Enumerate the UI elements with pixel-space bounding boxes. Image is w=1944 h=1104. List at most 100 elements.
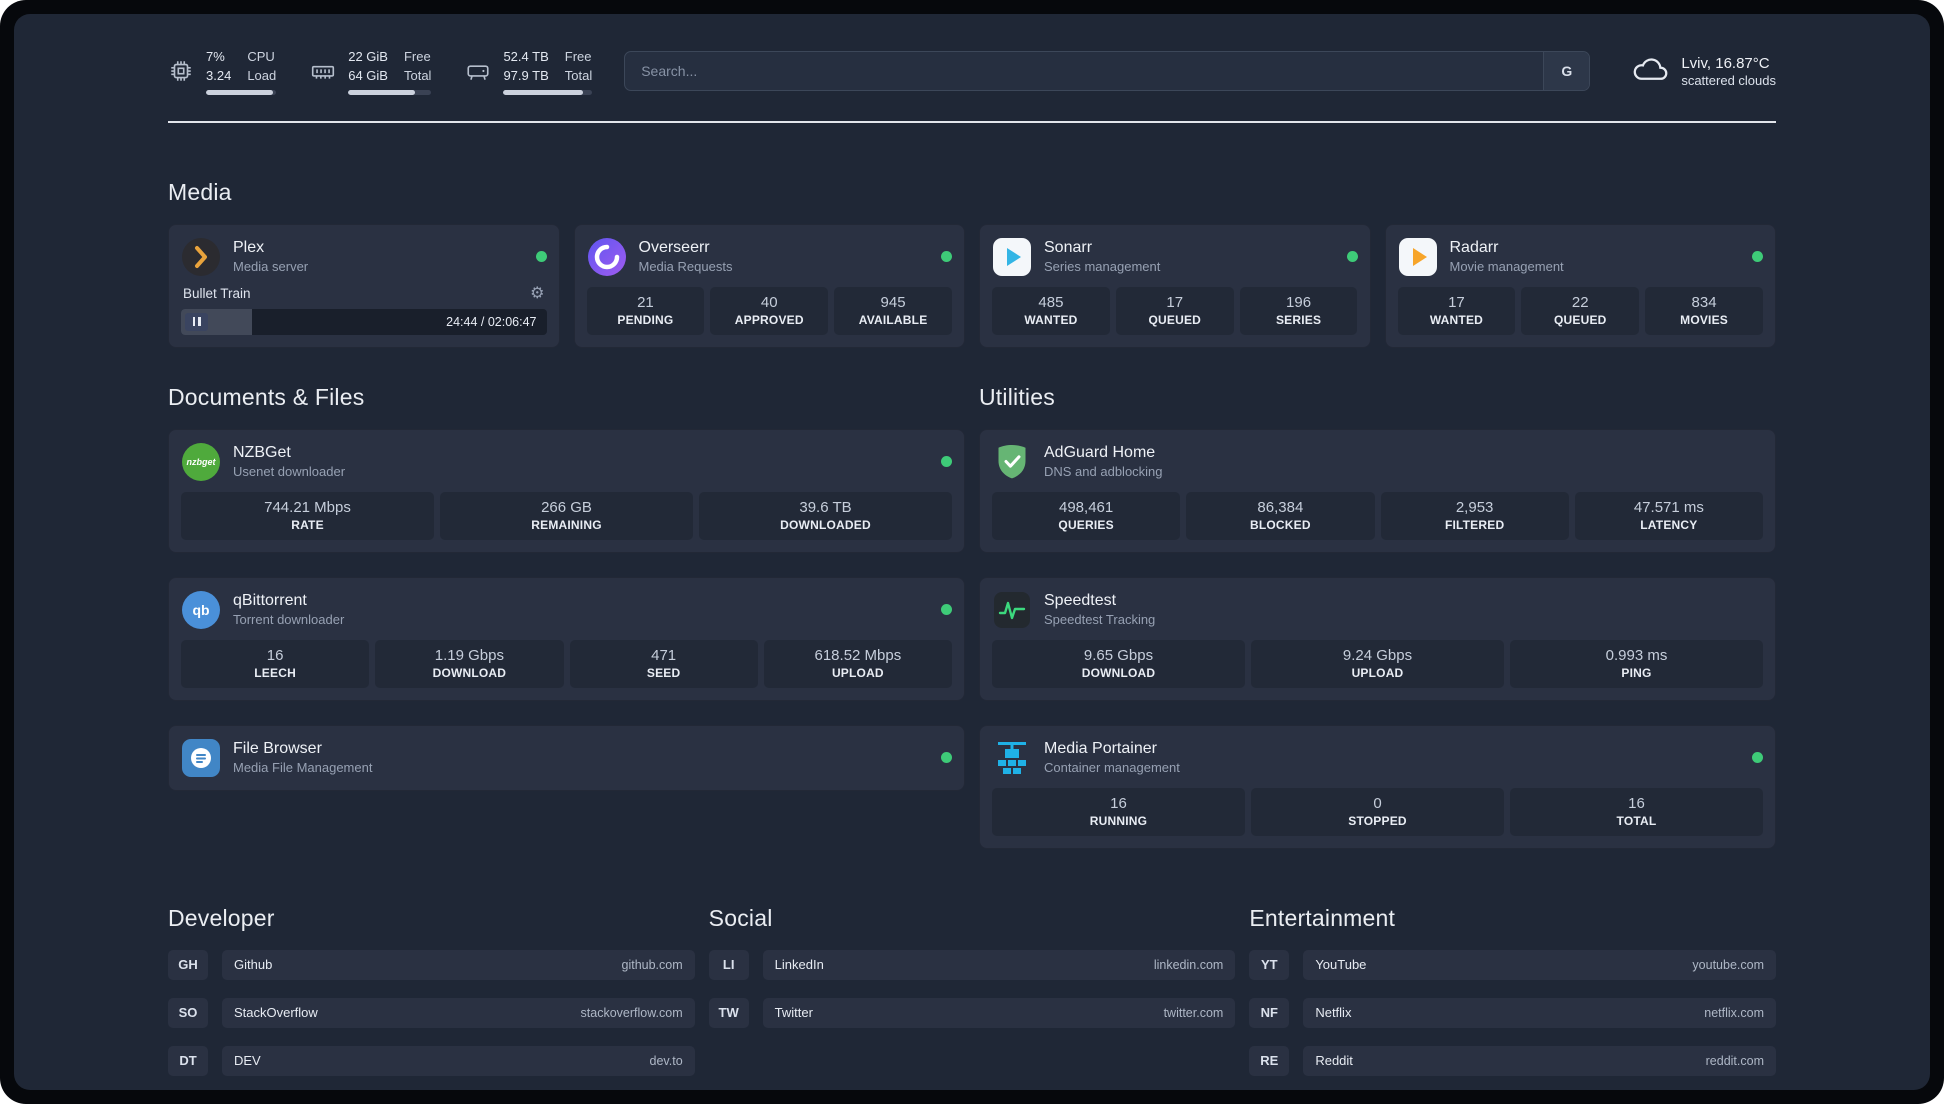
stat-remaining: 266 GB REMAINING <box>440 491 693 540</box>
bookmark-link-linkedin[interactable]: LinkedIn linkedin.com <box>762 949 1236 980</box>
stat-filtered: 2,953 FILTERED <box>1380 491 1569 540</box>
section-developer: Developer GH Github github.com SO StackO… <box>168 905 695 1076</box>
stat-download: 9.65 Gbps DOWNLOAD <box>992 639 1245 688</box>
stat-wanted: 485 WANTED <box>992 286 1110 335</box>
stat-queries: 498,461 QUERIES <box>992 491 1181 540</box>
qbittorrent-icon: qb <box>181 590 221 630</box>
stat-upload: 618.52 Mbps UPLOAD <box>763 639 952 688</box>
cpu-load-label: Load <box>247 67 277 83</box>
app-desc: Series management <box>1044 259 1161 275</box>
speedtest-card[interactable]: Speedtest Speedtest Tracking 9.65 Gbps DO… <box>979 576 1776 701</box>
weather-widget[interactable]: Lviv, 16.87°C scattered clouds <box>1632 55 1776 88</box>
bookmark-abbr-twitter[interactable]: TW <box>708 997 749 1028</box>
app-name: NZBGet <box>233 444 291 462</box>
overseerr-icon <box>587 237 627 277</box>
section-social: Social LI LinkedIn linkedin.com TW Twitt… <box>708 904 1236 1076</box>
status-dot <box>1752 752 1763 764</box>
overseerr-card[interactable]: Overseerr Media Requests 21 PENDING 40 APP… <box>573 223 965 348</box>
disk-free-value: 52.4 TB <box>503 49 549 64</box>
bookmark-row-stackoverflow: SO StackOverflow stackoverflow.com <box>168 997 695 1028</box>
app-name: File Browser <box>233 740 322 758</box>
stat-ping: 0.993 ms PING <box>1510 639 1763 688</box>
weather-location: Lviv, 16.87°C <box>1681 54 1770 72</box>
bookmark-abbr-github[interactable]: GH <box>168 949 208 980</box>
app-name: qBittorrent <box>233 592 307 610</box>
section-heading-developer: Developer <box>168 904 275 931</box>
cpu-percent: 7% <box>206 49 225 64</box>
portainer-card[interactable]: Media Portainer Container management 16 R… <box>979 724 1776 849</box>
stat-pending: 21 PENDING <box>586 286 705 335</box>
cpu-metric: 7% 3.24 CPU Load <box>168 48 277 95</box>
app-name: Speedtest <box>1044 592 1117 610</box>
gear-icon[interactable]: ⚙ <box>530 285 544 302</box>
section-heading-social: Social <box>708 904 773 931</box>
section-heading-media: Media <box>168 178 232 205</box>
app-name: Overseerr <box>638 239 710 257</box>
section-heading-documents: Documents & Files <box>168 383 365 410</box>
cpu-icon <box>168 58 194 84</box>
bookmark-abbr-youtube[interactable]: YT <box>1249 949 1290 980</box>
svg-text:nzbget: nzbget <box>187 457 217 467</box>
bookmark-abbr-netflix[interactable]: NF <box>1249 997 1290 1028</box>
bookmark-row-github: GH Github github.com <box>168 949 695 980</box>
radarr-icon <box>1398 237 1438 277</box>
bookmark-abbr-stackoverflow[interactable]: SO <box>168 997 208 1028</box>
pause-icon[interactable] <box>185 312 208 331</box>
bookmark-link-youtube[interactable]: YouTube youtube.com <box>1303 949 1776 980</box>
bookmark-row-youtube: YT YouTube youtube.com <box>1249 949 1776 980</box>
ram-free-label: Free <box>403 49 431 64</box>
bookmark-abbr-dev[interactable]: DT <box>168 1045 208 1076</box>
bookmark-abbr-linkedin[interactable]: LI <box>708 949 749 980</box>
plex-card[interactable]: Plex Media server Bullet Train ⚙ 24:44 /… <box>168 223 560 348</box>
status-dot <box>941 251 952 263</box>
bookmark-row-reddit: RE Reddit reddit.com <box>1249 1045 1776 1076</box>
bookmark-link-github[interactable]: Github github.com <box>222 949 695 980</box>
app-desc: Movie management <box>1449 259 1564 275</box>
plex-progress-bar[interactable]: 24:44 / 02:06:47 <box>181 308 547 335</box>
bookmark-link-twitter[interactable]: Twitter twitter.com <box>762 997 1236 1028</box>
ram-total-value: 64 GiB <box>348 67 388 83</box>
speedtest-icon <box>992 590 1032 630</box>
app-frame: 7% 3.24 CPU Load 22 GiB 64 GiB Free Tota… <box>0 0 1944 1104</box>
qbittorrent-card[interactable]: qb qBittorrent Torrent downloader 16 LEEC… <box>168 576 965 701</box>
adguard-card[interactable]: AdGuard Home DNS and adblocking 498,461 Q… <box>979 428 1776 553</box>
stat-approved: 40 APPROVED <box>710 286 829 335</box>
bookmark-link-dev[interactable]: DEV dev.to <box>222 1045 695 1076</box>
bookmark-row-linkedin: LI LinkedIn linkedin.com <box>708 949 1236 980</box>
status-dot <box>941 604 952 616</box>
stat-upload: 9.24 Gbps UPLOAD <box>1251 639 1504 688</box>
search-input[interactable] <box>625 52 1544 91</box>
stat-running: 16 RUNNING <box>992 787 1245 836</box>
sonarr-icon <box>992 237 1032 277</box>
cloud-icon <box>1632 55 1668 88</box>
section-entertainment: Entertainment YT YouTube youtube.com NF … <box>1249 905 1776 1076</box>
stat-latency: 47.571 ms LATENCY <box>1574 491 1763 540</box>
stat-series: 196 SERIES <box>1239 286 1358 335</box>
bookmark-link-netflix[interactable]: Netflix netflix.com <box>1303 997 1776 1028</box>
filebrowser-card[interactable]: File Browser Media File Management <box>168 724 965 791</box>
stat-seed: 471 SEED <box>569 639 758 688</box>
status-dot <box>1346 251 1358 263</box>
status-dot <box>535 251 547 263</box>
cpu-load-value: 3.24 <box>206 67 232 83</box>
stat-available: 945 AVAILABLE <box>834 286 952 335</box>
stat-total: 16 TOTAL <box>1510 787 1763 836</box>
sonarr-card[interactable]: Sonarr Series management 485 WANTED 17 QUE… <box>979 223 1371 348</box>
portainer-icon <box>992 738 1032 778</box>
radarr-card[interactable]: Radarr Movie management 17 WANTED 22 QUEUE… <box>1384 223 1776 348</box>
search-engine-button[interactable]: G <box>1543 52 1590 91</box>
bookmark-link-stackoverflow[interactable]: StackOverflow stackoverflow.com <box>222 997 695 1028</box>
bookmark-abbr-reddit[interactable]: RE <box>1249 1045 1290 1076</box>
stat-wanted: 17 WANTED <box>1397 286 1516 335</box>
stat-queued: 22 QUEUED <box>1521 286 1640 335</box>
filebrowser-icon <box>181 738 221 778</box>
section-heading-entertainment: Entertainment <box>1249 904 1396 931</box>
playback-time: 24:44 / 02:06:47 <box>446 314 537 329</box>
cpu-label: CPU <box>247 49 275 64</box>
disk-total-label: Total <box>564 67 593 83</box>
bookmark-link-reddit[interactable]: Reddit reddit.com <box>1303 1045 1776 1076</box>
now-playing-title: Bullet Train <box>183 286 251 302</box>
nzbget-card[interactable]: nzbget NZBGet Usenet downloader 744.21 M… <box>168 428 965 553</box>
section-media: Media Plex Media server Bullet Train ⚙ 2… <box>168 179 1776 348</box>
system-metrics: 7% 3.24 CPU Load 22 GiB 64 GiB Free Tota… <box>168 48 593 95</box>
